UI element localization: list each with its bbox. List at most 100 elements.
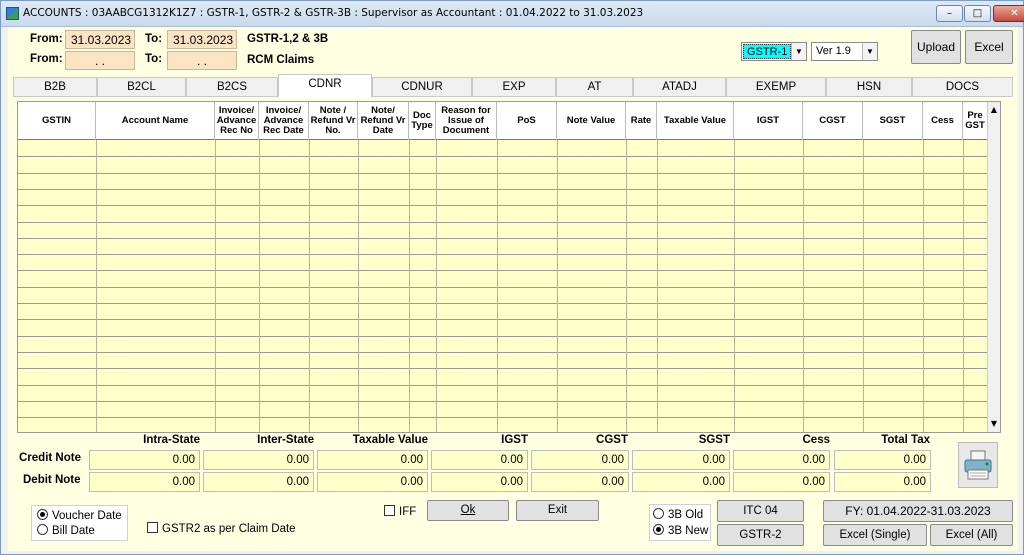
cdnr-grid[interactable]: GSTIN Account Name Invoice/ Advance Rec … [17, 101, 1001, 433]
col-cess[interactable]: Cess [923, 102, 963, 140]
3b-old-radio[interactable]: 3B Old [653, 508, 703, 521]
3b-new-radio[interactable]: 3B New [653, 524, 708, 537]
column-divider [497, 140, 498, 432]
credit-intra-state: 0.00 [89, 450, 200, 470]
table-row[interactable] [18, 222, 988, 223]
col-rate[interactable]: Rate [626, 102, 657, 140]
column-divider [734, 140, 735, 432]
from-date-2[interactable]: . . [65, 51, 135, 70]
table-row[interactable] [18, 336, 988, 337]
grid-scrollbar[interactable]: ▲ ▼ [987, 102, 1000, 432]
table-row[interactable] [18, 352, 988, 353]
col-reason[interactable]: Reason for Issue of Document [436, 102, 497, 140]
scroll-up-icon[interactable]: ▲ [988, 104, 1000, 116]
column-divider [557, 140, 558, 432]
credit-total-tax: 0.00 [834, 450, 931, 470]
col-note-no[interactable]: Note / Refund Vr No. [309, 102, 358, 140]
col-pre-gst[interactable]: Pre GST [963, 102, 987, 140]
excel-single-button[interactable]: Excel (Single) [823, 524, 927, 546]
tab-at[interactable]: AT [556, 77, 633, 97]
table-row[interactable] [18, 401, 988, 402]
chevron-down-icon: ▼ [862, 43, 877, 60]
return-tabs: B2B B2CL B2CS CDNR CDNUR EXP AT ATADJ EX… [13, 74, 1013, 98]
3b-old-label: 3B Old [668, 509, 704, 521]
col-invoice-no[interactable]: Invoice/ Advance Rec No [215, 102, 259, 140]
radio-selected-icon [653, 524, 664, 535]
inter-state-header: Inter-State [257, 434, 314, 446]
cgst-header: CGST [596, 434, 628, 446]
table-row[interactable] [18, 303, 988, 304]
table-row[interactable] [18, 238, 988, 239]
exit-button[interactable]: Exit [516, 500, 599, 521]
table-row[interactable] [18, 287, 988, 288]
table-row[interactable] [18, 205, 988, 206]
tab-exemp[interactable]: EXEMP [726, 77, 826, 97]
column-divider [358, 140, 359, 432]
tab-hsn[interactable]: HSN [826, 77, 912, 97]
checkbox-icon [384, 505, 395, 516]
return-type-select[interactable]: GSTR-1 ▼ [741, 42, 807, 61]
table-row[interactable] [18, 156, 988, 157]
column-divider [963, 140, 964, 432]
col-igst[interactable]: IGST [734, 102, 803, 140]
radio-selected-icon [37, 509, 48, 520]
from-date-1[interactable]: 31.03.2023 [65, 30, 135, 49]
voucher-date-radio[interactable]: Voucher Date [37, 509, 122, 522]
column-divider [96, 140, 97, 432]
title-bar[interactable]: ACCOUNTS : 03AABCG1312K1Z7 : GSTR-1, GST… [1, 1, 1024, 27]
table-row[interactable] [18, 368, 988, 369]
table-row[interactable] [18, 319, 988, 320]
tab-cdnur[interactable]: CDNUR [372, 77, 472, 97]
close-button[interactable]: ✕ [993, 5, 1024, 22]
scroll-down-icon[interactable]: ▼ [988, 418, 1000, 430]
tab-docs[interactable]: DOCS [912, 77, 1013, 97]
tab-cdnr[interactable]: CDNR [278, 74, 372, 98]
table-row[interactable] [18, 173, 988, 174]
table-row[interactable] [18, 385, 988, 386]
col-invoice-date[interactable]: Invoice/ Advance Rec Date [259, 102, 309, 140]
table-row[interactable] [18, 270, 988, 271]
column-divider [259, 140, 260, 432]
table-row[interactable] [18, 417, 988, 418]
col-gstin[interactable]: GSTIN [18, 102, 96, 140]
col-note-date[interactable]: Note/ Refund Vr Date [358, 102, 409, 140]
print-button[interactable] [958, 442, 998, 488]
bill-date-label: Bill Date [52, 525, 95, 537]
tab-b2cl[interactable]: B2CL [97, 77, 186, 97]
tab-exp[interactable]: EXP [472, 77, 556, 97]
tab-b2b[interactable]: B2B [13, 77, 97, 97]
itc04-button[interactable]: ITC 04 [717, 500, 804, 522]
debit-intra-state: 0.00 [89, 472, 200, 492]
col-cgst[interactable]: CGST [803, 102, 863, 140]
col-sgst[interactable]: SGST [863, 102, 923, 140]
from-label-2: From: [30, 53, 63, 65]
to-date-2[interactable]: . . [167, 51, 237, 70]
excel-all-button[interactable]: Excel (All) [930, 524, 1013, 546]
debit-igst: 0.00 [431, 472, 528, 492]
upload-button[interactable]: Upload [911, 30, 961, 64]
iff-checkbox[interactable]: IFF [384, 505, 416, 518]
table-row[interactable] [18, 189, 988, 190]
ok-button[interactable]: Ok [427, 500, 509, 521]
tab-b2cs[interactable]: B2CS [186, 77, 278, 97]
excel-button[interactable]: Excel [965, 30, 1013, 64]
client-area: From: 31.03.2023 To: 31.03.2023 GSTR-1,2… [8, 27, 1018, 551]
grid-body[interactable] [18, 140, 988, 432]
col-account-name[interactable]: Account Name [96, 102, 215, 140]
gstr2-button[interactable]: GSTR-2 [717, 524, 804, 546]
version-select[interactable]: Ver 1.9 ▼ [811, 42, 878, 61]
radio-empty-icon [37, 524, 48, 535]
col-doc-type[interactable]: Doc Type [409, 102, 436, 140]
maximize-button[interactable]: □ [964, 5, 991, 22]
to-date-1[interactable]: 31.03.2023 [167, 30, 237, 49]
debit-inter-state: 0.00 [203, 472, 314, 492]
bill-date-radio[interactable]: Bill Date [37, 524, 95, 537]
table-row[interactable] [18, 254, 988, 255]
col-taxable-value[interactable]: Taxable Value [657, 102, 734, 140]
gstr2-claim-checkbox[interactable]: GSTR2 as per Claim Date [147, 522, 296, 535]
minimize-button[interactable]: – [936, 5, 963, 22]
col-pos[interactable]: PoS [497, 102, 557, 140]
col-note-value[interactable]: Note Value [557, 102, 626, 140]
fy-button[interactable]: FY: 01.04.2022-31.03.2023 [823, 500, 1013, 522]
tab-atadj[interactable]: ATADJ [633, 77, 726, 97]
